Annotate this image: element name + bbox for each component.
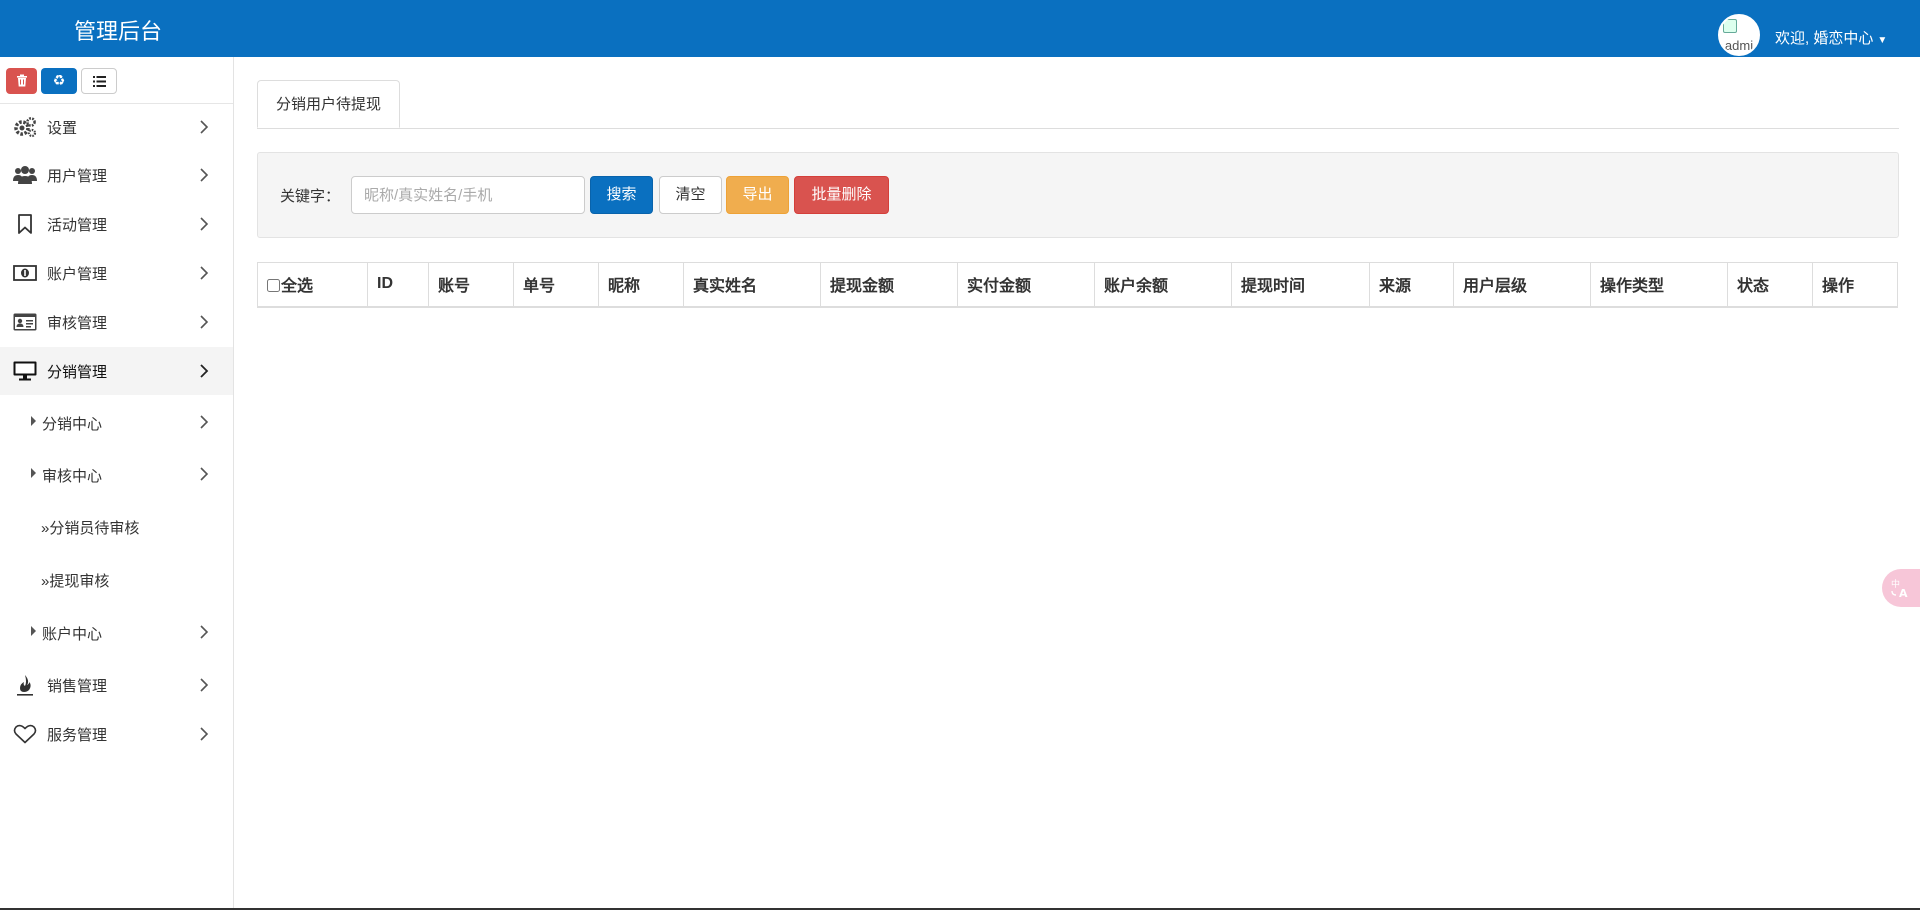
column-header-balance[interactable]: 账户余额 — [1094, 262, 1232, 308]
sidebar-item-label: 活动管理 — [47, 217, 108, 234]
chevron-right-icon — [200, 467, 209, 481]
sidebar-item-users[interactable]: 用户管理 — [0, 151, 233, 199]
sidebar-leaf-label: 分销员待审核 — [49, 520, 140, 537]
sidebar-subitem-account-center[interactable]: 账户中心 — [0, 608, 233, 656]
sidebar-subitem-distribution-center[interactable]: 分销中心 — [0, 398, 233, 446]
table-header-row: 全选 ID 账号 单号 昵称 真实姓名 提现金额 实付金额 账户余额 提现时间 … — [257, 262, 1898, 308]
column-header-id[interactable]: ID — [367, 262, 429, 308]
sidebar: ♻ 设置 用户管理 活动管理 账户管理 审核管理 分销管理 分销中心 审核中心 … — [0, 57, 234, 910]
caret-down-icon: ▼ — [1877, 35, 1888, 46]
bulk-delete-button[interactable]: 批量删除 — [794, 176, 889, 214]
sidebar-leaf-withdrawal-review[interactable]: »提现审核 — [0, 556, 233, 604]
filter-panel: 关键字： 搜索 清空 导出 批量删除 — [257, 152, 1899, 238]
sidebar-leaf-distributor-pending-review[interactable]: »分销员待审核 — [0, 503, 233, 551]
chevron-right-icon — [200, 168, 209, 182]
keyword-label: 关键字： — [280, 188, 341, 205]
chevron-right-icon — [200, 415, 209, 429]
user-avatar[interactable]: admi — [1718, 14, 1760, 56]
sidebar-item-label: 账户管理 — [47, 266, 108, 283]
users-icon — [13, 163, 37, 187]
id-card-icon — [13, 310, 37, 334]
top-bar: 管理后台 admi 欢迎, 婚恋中心 ▼ — [0, 0, 1920, 57]
sidebar-leaf-text: »提现审核 — [41, 570, 109, 591]
fire-icon — [13, 673, 37, 697]
chevron-right-icon — [200, 217, 209, 231]
select-all-checkbox[interactable] — [267, 279, 280, 293]
chevron-right-icon — [200, 266, 209, 280]
sidebar-item-label: 设置 — [47, 120, 78, 137]
recycle-icon: ♻ — [52, 72, 66, 88]
sidebar-toolbar: ♻ — [0, 57, 233, 104]
chevron-right-icon — [200, 727, 209, 741]
chevron-right-icon — [200, 315, 209, 329]
column-header-order-no[interactable]: 单号 — [513, 262, 599, 308]
sidebar-leaf-label: 提现审核 — [49, 573, 110, 590]
tab-distribution-pending-withdrawal[interactable]: 分销用户待提现 — [257, 80, 401, 128]
sidebar-subitem-review-center[interactable]: 审核中心 — [0, 450, 233, 498]
bookmark-icon — [13, 212, 37, 236]
clear-button[interactable]: 清空 — [659, 176, 722, 214]
column-header-source[interactable]: 来源 — [1369, 262, 1454, 308]
withdrawal-table: 全选 ID 账号 单号 昵称 真实姓名 提现金额 实付金额 账户余额 提现时间 … — [257, 262, 1898, 308]
sidebar-item-label: 用户管理 — [47, 168, 108, 185]
sidebar-item-label: 审核管理 — [47, 315, 108, 332]
delete-tool-button[interactable] — [6, 68, 37, 94]
list-tool-button[interactable] — [81, 68, 117, 94]
keyword-search-input[interactable] — [351, 176, 585, 214]
avatar-alt-text: admi — [1724, 38, 1754, 53]
monitor-icon — [13, 359, 37, 383]
column-header-nickname[interactable]: 昵称 — [598, 262, 684, 308]
translate-icon: 中 A — [1891, 578, 1908, 598]
welcome-text: 欢迎, 婚恋中心 — [1775, 30, 1874, 47]
sidebar-item-accounts[interactable]: 账户管理 — [0, 249, 233, 297]
sidebar-subitem-label: 账户中心 — [42, 626, 103, 643]
translate-button[interactable]: 中 A — [1882, 569, 1920, 607]
chevron-right-icon — [200, 625, 209, 639]
export-button[interactable]: 导出 — [726, 176, 789, 214]
sidebar-item-label: 服务管理 — [47, 727, 108, 744]
column-header-status[interactable]: 状态 — [1727, 262, 1813, 308]
sidebar-item-activities[interactable]: 活动管理 — [0, 200, 233, 248]
trash-icon — [16, 74, 27, 87]
select-all-label: 全选 — [281, 278, 314, 296]
sidebar-item-review[interactable]: 审核管理 — [0, 298, 233, 346]
list-icon — [92, 76, 106, 87]
column-header-account[interactable]: 账号 — [428, 262, 514, 308]
chevron-right-icon — [200, 364, 209, 378]
sidebar-subitem-label: 审核中心 — [42, 468, 103, 485]
sidebar-item-label: 销售管理 — [47, 678, 108, 695]
broken-image-icon — [1723, 19, 1737, 33]
money-icon — [13, 261, 37, 285]
column-header-paid-amount[interactable]: 实付金额 — [957, 262, 1095, 308]
sidebar-item-settings[interactable]: 设置 — [0, 103, 233, 151]
sidebar-subitem-label: 分销中心 — [42, 416, 103, 433]
column-header-withdraw-amount[interactable]: 提现金额 — [820, 262, 958, 308]
select-all-header: 全选 — [257, 262, 368, 308]
column-header-withdraw-time[interactable]: 提现时间 — [1231, 262, 1370, 308]
caret-right-icon — [31, 468, 36, 478]
sidebar-item-label: 分销管理 — [47, 364, 108, 381]
chevron-right-icon — [200, 120, 209, 134]
column-header-actions[interactable]: 操作 — [1812, 262, 1898, 308]
sidebar-item-services[interactable]: 服务管理 — [0, 710, 233, 758]
sidebar-item-sales[interactable]: 销售管理 — [0, 661, 233, 709]
sidebar-item-distribution[interactable]: 分销管理 — [0, 347, 233, 395]
caret-right-icon — [31, 626, 36, 636]
user-menu-toggle[interactable]: 欢迎, 婚恋中心 ▼ — [1775, 27, 1887, 48]
column-header-real-name[interactable]: 真实姓名 — [683, 262, 821, 308]
tab-bar: 分销用户待提现 — [257, 80, 1899, 129]
gears-icon — [13, 115, 37, 139]
caret-right-icon — [31, 416, 36, 426]
column-header-operation-type[interactable]: 操作类型 — [1590, 262, 1728, 308]
search-button[interactable]: 搜索 — [590, 176, 653, 214]
recycle-tool-button[interactable]: ♻ — [41, 68, 77, 94]
sidebar-leaf-text: »分销员待审核 — [41, 517, 139, 538]
svg-text:A: A — [1899, 587, 1908, 598]
heart-icon — [13, 722, 37, 746]
column-header-user-level[interactable]: 用户层级 — [1453, 262, 1591, 308]
app-title: 管理后台 — [74, 19, 163, 44]
chevron-right-icon — [200, 678, 209, 692]
